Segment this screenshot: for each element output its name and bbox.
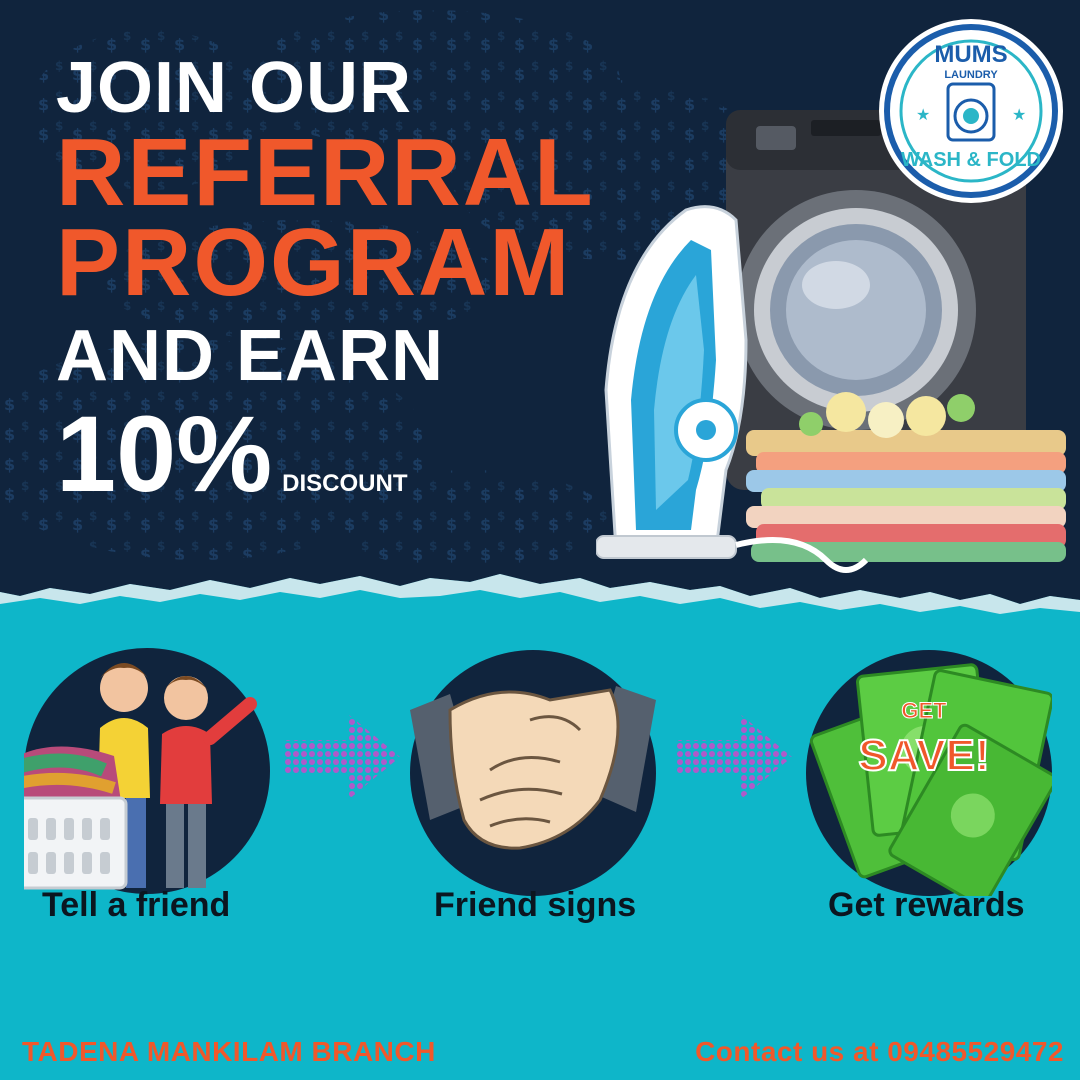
- mums-laundry-logo: MUMS LAUNDRY ★ ★ WASH & FOLD: [879, 19, 1063, 203]
- logo-star-left-icon: ★: [916, 105, 930, 124]
- headline-and-earn: AND EARN: [56, 316, 445, 396]
- rewards-save-text: SAVE!: [858, 731, 989, 780]
- arrow-right-icon: [284, 714, 400, 800]
- discount-percent: 10%: [56, 393, 273, 514]
- headline-program: PROGRAM: [56, 209, 572, 316]
- step-2-label: Friend signs: [434, 886, 637, 924]
- contact-info: Contact us at 09485529472: [695, 1036, 1064, 1067]
- discount-label: DISCOUNT: [282, 470, 408, 497]
- step-1-circle: [24, 648, 270, 894]
- branch-name: TADENA MANKILAM BRANCH: [22, 1036, 436, 1067]
- step-1-label: Tell a friend: [42, 886, 231, 924]
- referral-poster: $ $ JOIN OUR REFERRAL PROGRAM AND EARN 1…: [0, 0, 1080, 1080]
- headline-referral: REFERRAL: [56, 119, 595, 226]
- logo-mums-text: MUMS: [934, 41, 1007, 68]
- step-2-circle: [410, 650, 656, 896]
- discount-row: 10% DISCOUNT: [56, 393, 595, 514]
- logo-star-right-icon: ★: [1012, 105, 1026, 124]
- arrow-right-icon-2: [676, 714, 792, 800]
- headline: JOIN OUR REFERRAL PROGRAM AND EARN 10% D…: [56, 48, 595, 514]
- rewards-get-text: GET: [901, 698, 947, 723]
- logo-laundry-text: LAUNDRY: [944, 69, 998, 81]
- logo-wash-fold-text: WASH & FOLD: [901, 149, 1041, 171]
- headline-join-our: JOIN OUR: [56, 48, 413, 128]
- step-3-circle: GET SAVE!: [806, 650, 1052, 896]
- step-3-label: Get rewards: [828, 886, 1025, 924]
